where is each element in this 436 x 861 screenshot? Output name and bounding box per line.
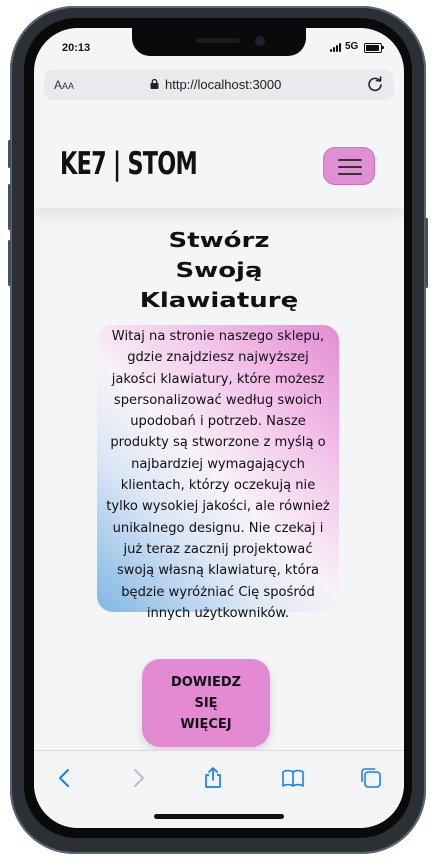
description-line: spersonalizować według swoich (113, 392, 323, 408)
description-line: tylko wysokiej jakości, ale również (106, 499, 330, 515)
hamburger-icon-line-2 (338, 166, 362, 168)
url-text[interactable]: http://localhost:3000 (165, 77, 281, 92)
hero-title-line-3: Klawiaturę (139, 289, 299, 313)
cta-line-2: SIĘ (194, 696, 218, 711)
chevron-left-icon[interactable] (54, 767, 76, 789)
description-line: będzie wyróżniać Cię spośród (121, 584, 315, 600)
status-time: 20:13 (62, 42, 91, 54)
site-logo[interactable]: KE7 | STOM (60, 146, 198, 182)
description-line: innych użytkowników. (146, 605, 290, 621)
lock-icon (150, 79, 159, 89)
hero-title: Stwórz Swoją Klawiaturę (34, 226, 404, 316)
description-line: już teraz zacznij projektować (123, 541, 313, 557)
cta-line-3: WIĘCEJ (180, 717, 232, 732)
description-line: produkty są stworzone z myślą o (110, 435, 326, 451)
network-label: 5G (345, 41, 359, 52)
cta-line-1: DOWIEDZ (170, 675, 242, 690)
battery-icon (364, 43, 382, 53)
description-line: swoją własną klawiaturę, która (116, 563, 320, 579)
address-bar[interactable]: AAA http://localhost:3000 (44, 70, 394, 100)
text-size-label: AA (62, 81, 75, 91)
hero-title-line-2: Swoją (175, 259, 263, 283)
hero-description: Witaj na stronie naszego sklepu, gdzie z… (98, 326, 338, 624)
description-line: jakości klawiatury, które możesz (111, 371, 325, 387)
volume-down-button-2 (8, 240, 11, 286)
description-line: Witaj na stronie naszego sklepu, (111, 329, 325, 344)
battery-tip (382, 46, 384, 49)
notch (132, 28, 306, 56)
hamburger-icon-line-3 (338, 173, 362, 175)
volume-up-button (8, 140, 11, 168)
chevron-right-icon[interactable] (127, 767, 149, 789)
site-header: KE7 | STOM (34, 110, 404, 208)
text-size-button[interactable]: AAA (54, 78, 74, 92)
description-line: najbardziej wymagających (131, 456, 305, 472)
description-line: upodobań i potrzeb. Nasze (130, 414, 306, 430)
reload-icon[interactable] (366, 75, 384, 93)
hamburger-icon (338, 159, 362, 161)
menu-button[interactable] (323, 147, 375, 185)
learn-more-label: DOWIEDZ SIĘ WIĘCEJ (142, 672, 270, 735)
power-button (425, 218, 428, 288)
web-page: KE7 | STOM Stwórz Swoją Klawiaturę Witaj… (34, 110, 404, 750)
front-camera (255, 36, 265, 46)
book-icon[interactable] (282, 767, 304, 789)
speaker (196, 38, 240, 43)
hero-title-line-1: Stwórz (168, 229, 270, 253)
tabs-icon[interactable] (360, 767, 382, 789)
description-line: klientach, którzy oczekują nie (120, 478, 316, 494)
home-indicator[interactable] (154, 814, 284, 819)
signal-icon (330, 43, 341, 52)
description-line: gdzie znajdziesz najwyższej (127, 350, 309, 366)
phone-screen: 20:13 5G AAA http://localhost:3000 KE7 |… (34, 28, 404, 828)
volume-down-button (8, 184, 11, 230)
status-bar: 20:13 5G (34, 28, 404, 68)
share-icon[interactable] (202, 767, 224, 789)
learn-more-button[interactable]: DOWIEDZ SIĘ WIĘCEJ (142, 659, 270, 747)
description-line: unikalnego designu. Nie czekaj i (112, 520, 324, 536)
